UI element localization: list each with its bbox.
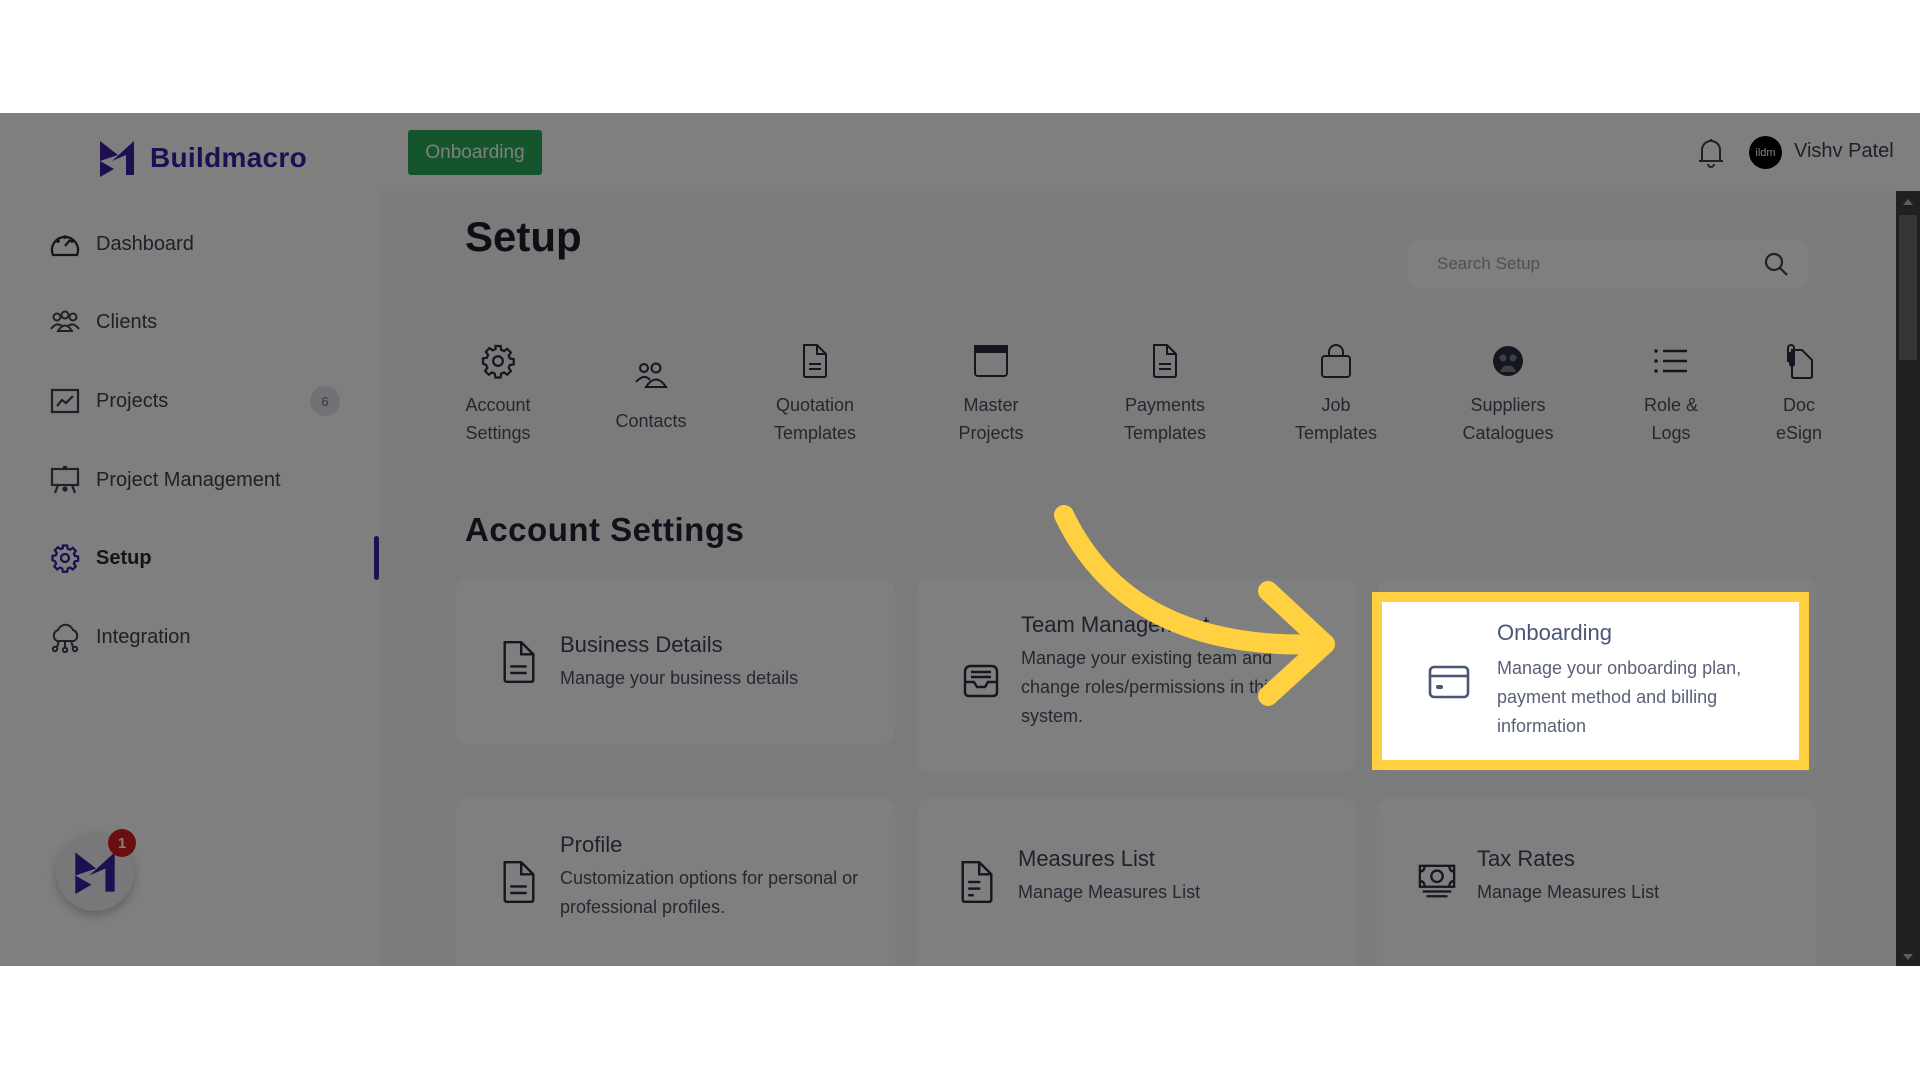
card-measures-list[interactable]: Measures List Manage Measures List [917, 798, 1357, 966]
bag-icon [1316, 341, 1356, 381]
card-description: Customization options for personal or pr… [560, 868, 859, 917]
tab-label: Quotation Templates [773, 395, 857, 443]
supplier-icon [1488, 341, 1528, 381]
scrollbar-thumb[interactable] [1899, 215, 1917, 360]
card-title: Team Management [1021, 612, 1210, 637]
card-description: Manage your onboarding plan, payment met… [1497, 658, 1742, 736]
page-title: Setup [465, 213, 582, 260]
list-icon [1651, 341, 1691, 381]
bell-icon[interactable] [1696, 137, 1726, 169]
tab-contacts[interactable]: Contacts [586, 355, 716, 435]
document-icon [1145, 341, 1185, 381]
tab-job-templates[interactable]: Job Templates [1271, 341, 1401, 447]
onboarding-button[interactable]: Onboarding [408, 130, 542, 175]
projects-count-badge: 6 [310, 386, 340, 416]
money-icon [1418, 864, 1456, 898]
sidebar-item-project-management[interactable]: Project Management [48, 460, 281, 500]
document-icon [795, 341, 835, 381]
tab-label: Payments Templates [1123, 395, 1207, 443]
card-team-management[interactable]: Team Management Manage your existing tea… [917, 578, 1357, 772]
card-profile[interactable]: Profile Customization options for person… [455, 798, 895, 966]
card-title: Profile [560, 832, 623, 857]
search-icon[interactable] [1763, 251, 1789, 277]
document-icon [503, 640, 535, 684]
tab-label: Role & Logs [1643, 395, 1699, 443]
card-description: Manage your existing team and change rol… [1021, 648, 1278, 726]
card-description: Manage Measures List [1477, 882, 1660, 902]
card-description: Manage your business details [560, 668, 799, 688]
gear-icon [478, 341, 518, 381]
card-onboarding[interactable]: Onboarding Manage your onboarding plan, … [1372, 592, 1809, 770]
scroll-up-arrow-icon[interactable] [1903, 199, 1913, 205]
card-tax-rates[interactable]: Tax Rates Manage Measures List [1377, 798, 1817, 966]
card-description: Manage Measures List [1018, 882, 1201, 902]
tab-quotation-templates[interactable]: Quotation Templates [750, 341, 880, 447]
inbox-icon [963, 664, 999, 698]
search-setup-field[interactable] [1407, 239, 1809, 289]
sidebar-item-dashboard[interactable]: Dashboard [48, 224, 194, 264]
card-title: Business Details [560, 632, 723, 657]
tab-master-projects[interactable]: Master Projects [926, 341, 1056, 447]
document-icon [503, 860, 535, 904]
card-title: Tax Rates [1477, 846, 1575, 871]
sidebar-item-setup[interactable]: Setup [48, 538, 152, 578]
top-bar: Onboarding ildm Vishv Patel [380, 113, 1920, 191]
card-title: Onboarding [1497, 620, 1612, 645]
tab-label: Job Templates [1294, 395, 1378, 443]
sidebar-item-label: Clients [96, 310, 158, 333]
section-title: Account Settings [465, 511, 745, 548]
tab-label: Doc eSign [1775, 395, 1823, 443]
tab-payments-templates[interactable]: Payments Templates [1100, 341, 1230, 447]
tab-label: Suppliers Catalogues [1462, 395, 1554, 443]
setup-page: Setup AccountSettings Contacts Quotation… [380, 191, 1896, 966]
sidebar-item-clients[interactable]: Clients [48, 302, 157, 342]
users-group-icon [48, 305, 82, 339]
active-indicator [374, 536, 379, 580]
credit-card-icon [1428, 665, 1470, 699]
user-name[interactable]: Vishv Patel [1794, 140, 1894, 163]
sidebar-item-label: Dashboard [96, 232, 194, 255]
buildmacro-logo-icon [100, 141, 134, 177]
tab-label: Contacts [615, 411, 687, 431]
scroll-down-arrow-icon[interactable] [1903, 954, 1913, 960]
gear-icon [48, 541, 82, 575]
buildmacro-logo-icon [75, 852, 115, 894]
tab-account-settings[interactable]: Account Settings [433, 341, 563, 447]
brand-logo[interactable]: Buildmacro [98, 139, 307, 177]
paperclip-document-icon [1779, 341, 1819, 381]
notification-count-badge: 1 [108, 829, 136, 857]
search-input[interactable] [1435, 253, 1759, 275]
sidebar-item-projects[interactable]: Projects [48, 381, 168, 421]
tab-role-logs[interactable]: Role & Logs [1606, 341, 1736, 447]
tab-doc-esign[interactable]: Doc eSign [1734, 341, 1864, 447]
contacts-icon [631, 355, 671, 395]
cloud-network-icon [48, 620, 82, 654]
gauge-icon [48, 227, 82, 261]
brand-name: Buildmacro [150, 142, 308, 173]
vertical-scrollbar[interactable] [1896, 191, 1920, 966]
app-window: Buildmacro Dashboard Clients Projects 6 [0, 113, 1920, 966]
document-icon [961, 860, 993, 904]
sidebar-item-label: Project Management [96, 468, 281, 491]
tab-label: Master Projects [958, 395, 1024, 443]
chart-line-icon [48, 384, 82, 418]
tab-suppliers-catalogues[interactable]: Suppliers Catalogues [1443, 341, 1573, 447]
tab-label: Account Settings [465, 395, 531, 443]
presentation-board-icon [48, 463, 82, 497]
sidebar-item-label: Integration [96, 625, 191, 648]
sidebar-item-integration[interactable]: Integration [48, 617, 191, 657]
sidebar: Buildmacro Dashboard Clients Projects 6 [0, 113, 380, 966]
sidebar-item-label: Setup [96, 546, 152, 569]
card-business-details[interactable]: Business Details Manage your business de… [455, 578, 895, 745]
card-title: Measures List [1018, 846, 1155, 871]
avatar[interactable]: ildm [1749, 136, 1782, 169]
sidebar-item-label: Projects [96, 389, 169, 412]
window-icon [971, 341, 1011, 381]
